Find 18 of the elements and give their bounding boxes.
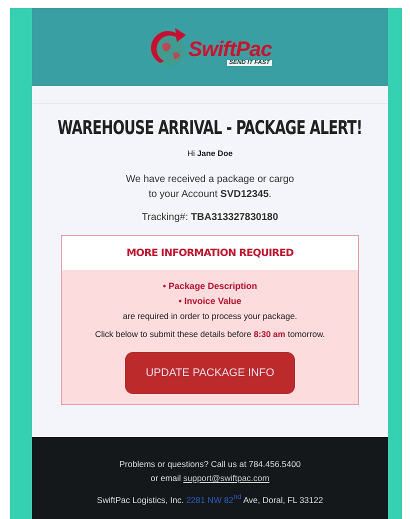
logo-name: SwiftPac	[188, 38, 272, 60]
message-line: We have received a package or cargo	[126, 173, 294, 187]
email-label: or email	[150, 473, 181, 483]
contact-text: Problems or questions? Call us at 784.456.5400	[119, 459, 301, 469]
address-text: Ave, Doral, FL 33122	[243, 494, 324, 505]
panel-title: MORE INFORMATION REQUIRED	[126, 248, 294, 258]
message-line: to your Account SVD12345.	[148, 188, 272, 202]
alert-heading: WAREHOUSE ARRIVAL - PACKAGE ALERT!	[58, 117, 362, 139]
required-note: are required in order to process your package.	[122, 310, 298, 323]
greeting: Hi Jane Doe	[187, 149, 233, 158]
deadline-text: Click below to submit these details before 8:30 am tomorrow.	[94, 329, 326, 339]
update-package-button[interactable]: UPDATE PACKAGE INFO	[125, 352, 295, 394]
address-link[interactable]: 2281 NW 82$^{nd}$	[186, 494, 242, 505]
email-link[interactable]: support@swiftpac.com	[183, 473, 270, 483]
required-item: • Invoice Value	[178, 295, 242, 308]
tracking-number: Tracking#: TBA313327830180	[142, 212, 278, 223]
company-name: SwiftPac Logistics, Inc.	[96, 494, 184, 505]
required-item: • Package Description	[162, 280, 258, 293]
